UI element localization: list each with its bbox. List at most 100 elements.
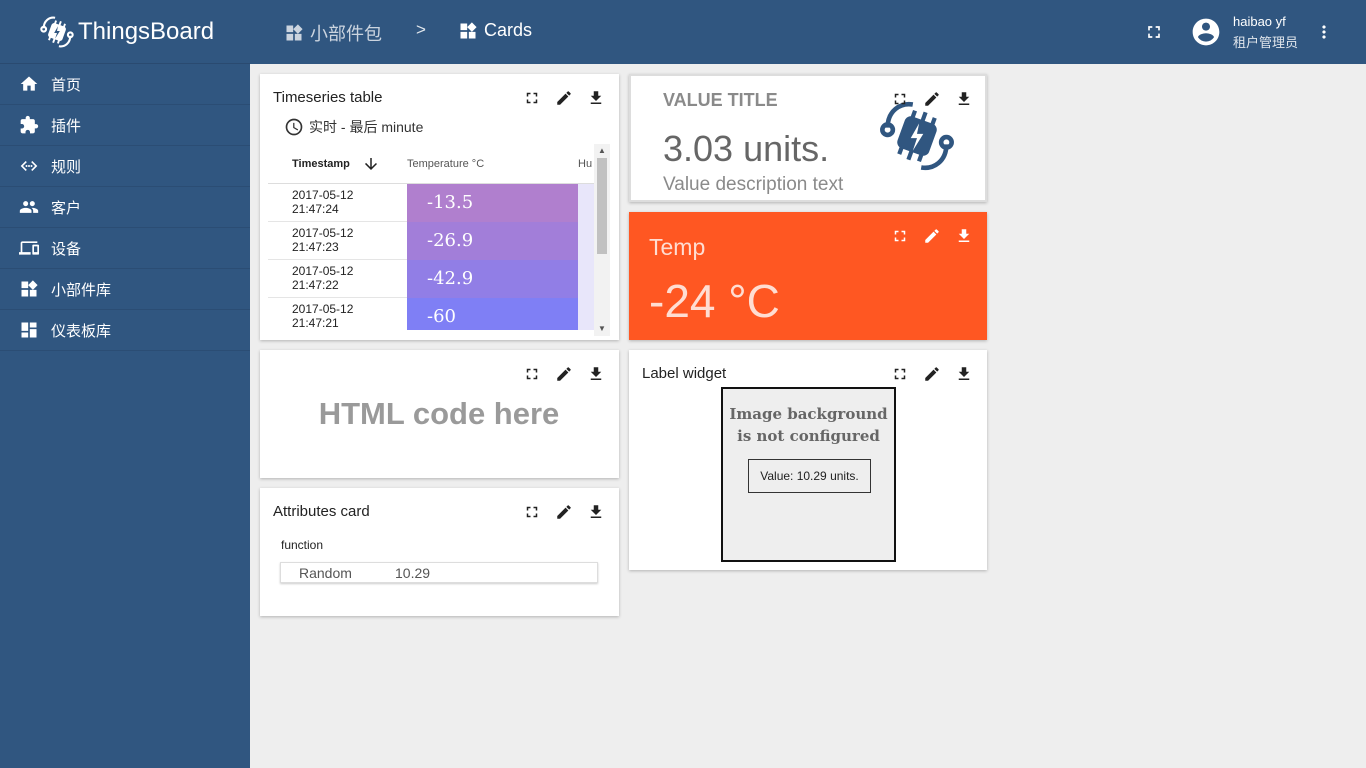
code-arrows-icon (18, 155, 40, 177)
label-widget: Label widget Image background is not con… (629, 350, 987, 570)
scrollbar-thumb[interactable] (597, 158, 607, 254)
timewindow[interactable]: 实时 - 最后 minute (284, 117, 423, 137)
edit-icon[interactable] (555, 89, 573, 107)
fullscreen-icon[interactable] (523, 365, 541, 383)
download-icon[interactable] (587, 365, 605, 383)
background-not-configured-message: Image background is not configured (729, 405, 888, 445)
table-cell-temperature: -26.9 (407, 222, 578, 260)
sidebar-item-label: 设备 (51, 240, 82, 258)
temp-card-value: -24 °C (649, 275, 780, 327)
attributes-card-widget: Attributes card function Random 10.29 (260, 488, 619, 616)
sidebar-item-label: 规则 (51, 158, 82, 176)
widget-actions (891, 365, 973, 383)
timeseries-table-widget: Timeseries table 实时 - 最后 minute Timestam… (260, 74, 619, 340)
home-icon (18, 73, 40, 95)
sidebar-item-plugins[interactable]: 插件 (0, 105, 250, 146)
fullscreen-icon[interactable] (891, 365, 909, 383)
table-cell-timestamp: 2017-05-12 21:47:21 (292, 302, 354, 330)
table-cell-humidity (578, 298, 595, 330)
table-row: 2017-05-12 21:47:23 -26.9 (268, 222, 595, 260)
table-cell-timestamp: 2017-05-12 21:47:23 (292, 226, 354, 254)
scroll-up-arrow-icon[interactable]: ▲ (598, 146, 606, 155)
more-vert-icon[interactable] (1314, 22, 1334, 42)
table-cell-humidity (578, 260, 595, 298)
sidebar-item-dashboards[interactable]: 仪表板库 (0, 310, 250, 351)
html-card-widget: HTML code here (260, 350, 619, 478)
label-background-box: Image background is not configured Value… (721, 387, 896, 562)
download-icon[interactable] (955, 227, 973, 245)
sidebar-item-rules[interactable]: 规则 (0, 146, 250, 187)
brand-name: ThingsBoard (78, 17, 215, 45)
temp-card-title: Temp (649, 234, 706, 260)
edit-icon[interactable] (923, 90, 941, 108)
attribute-value: 10.29 (395, 565, 431, 581)
column-header-timestamp[interactable]: Timestamp (292, 158, 350, 170)
dashboard-icon (18, 319, 40, 341)
breadcrumb-parent[interactable]: 小部件包 (284, 20, 382, 46)
fullscreen-icon[interactable] (891, 227, 909, 245)
edit-icon[interactable] (923, 365, 941, 383)
top-bar: 小部件包 > Cards haibao yf 租户管理员 (250, 0, 1366, 64)
breadcrumb-separator: > (416, 20, 426, 39)
widget-title: Label widget (642, 365, 727, 382)
edit-icon[interactable] (555, 503, 573, 521)
sidebar-item-label: 客户 (51, 199, 82, 217)
timewindow-label: 实时 - 最后 minute (309, 119, 424, 135)
edit-icon[interactable] (555, 365, 573, 383)
fullscreen-icon[interactable] (891, 90, 909, 108)
column-header-temperature[interactable]: Temperature °C (407, 158, 484, 170)
table-row: 2017-05-12 21:47:22 -42.9 (268, 260, 595, 298)
attribute-name: Random (299, 565, 352, 581)
widget-actions (891, 90, 973, 108)
download-icon[interactable] (955, 90, 973, 108)
sidebar-item-home[interactable]: 首页 (0, 64, 250, 105)
breadcrumb-parent-label: 小部件包 (310, 24, 382, 44)
widgets-icon (460, 21, 477, 38)
clock-icon (285, 118, 303, 136)
sort-arrow-down-icon[interactable] (362, 155, 380, 173)
thingsboard-logo-icon (40, 16, 74, 47)
sidebar-item-customers[interactable]: 客户 (0, 187, 250, 228)
devices-icon (18, 237, 40, 259)
edit-icon[interactable] (923, 227, 941, 245)
value-card-title: VALUE TITLE (663, 90, 778, 110)
widget-title: Timeseries table (273, 89, 383, 106)
widget-title: Attributes card (273, 503, 370, 520)
scroll-down-arrow-icon[interactable]: ▼ (598, 324, 606, 333)
table-cell-timestamp: 2017-05-12 21:47:24 (292, 188, 354, 216)
widgets-icon (286, 24, 303, 41)
attribute-row: Random 10.29 (280, 562, 598, 583)
temp-card-widget: Temp -24 °C (629, 212, 987, 340)
account-circle-icon[interactable] (1190, 16, 1222, 48)
widgets-icon (18, 278, 40, 300)
table-cell-temperature: -60 (407, 298, 578, 330)
people-icon (18, 196, 40, 218)
widget-actions (523, 503, 605, 521)
value-card-widget: VALUE TITLE 3.03 units. Value descriptio… (629, 74, 987, 202)
fullscreen-icon[interactable] (523, 503, 541, 521)
table-scrollbar[interactable]: ▲ ▼ (594, 144, 610, 336)
sidebar-item-devices[interactable]: 设备 (0, 228, 250, 269)
puzzle-icon (18, 114, 40, 136)
table-cell-timestamp: 2017-05-12 21:47:22 (292, 264, 354, 292)
sidebar: ThingsBoard 首页 插件 规则 客户 设备 小部件库 仪表板库 (0, 0, 250, 768)
breadcrumb-current-label: Cards (484, 20, 533, 40)
table-row: 2017-05-12 21:47:24 -13.5 (268, 184, 595, 222)
fullscreen-icon[interactable] (523, 89, 541, 107)
brand[interactable]: ThingsBoard (0, 0, 250, 64)
sidebar-item-label: 小部件库 (51, 281, 112, 299)
table-cell-humidity (578, 184, 595, 222)
label-value: Value: 10.29 units. (748, 459, 871, 493)
breadcrumb-current: Cards (458, 20, 532, 41)
download-icon[interactable] (587, 503, 605, 521)
attribute-group-label: function (281, 538, 324, 552)
column-header-humidity[interactable]: Hu (578, 158, 592, 170)
download-icon[interactable] (587, 89, 605, 107)
fullscreen-icon[interactable] (1144, 22, 1164, 42)
download-icon[interactable] (955, 365, 973, 383)
value-card-description: Value description text (663, 174, 844, 195)
widget-actions (523, 89, 605, 107)
sidebar-item-label: 插件 (51, 117, 82, 135)
sidebar-item-widget-library[interactable]: 小部件库 (0, 269, 250, 310)
value-card-value: 3.03 units. (663, 128, 830, 169)
